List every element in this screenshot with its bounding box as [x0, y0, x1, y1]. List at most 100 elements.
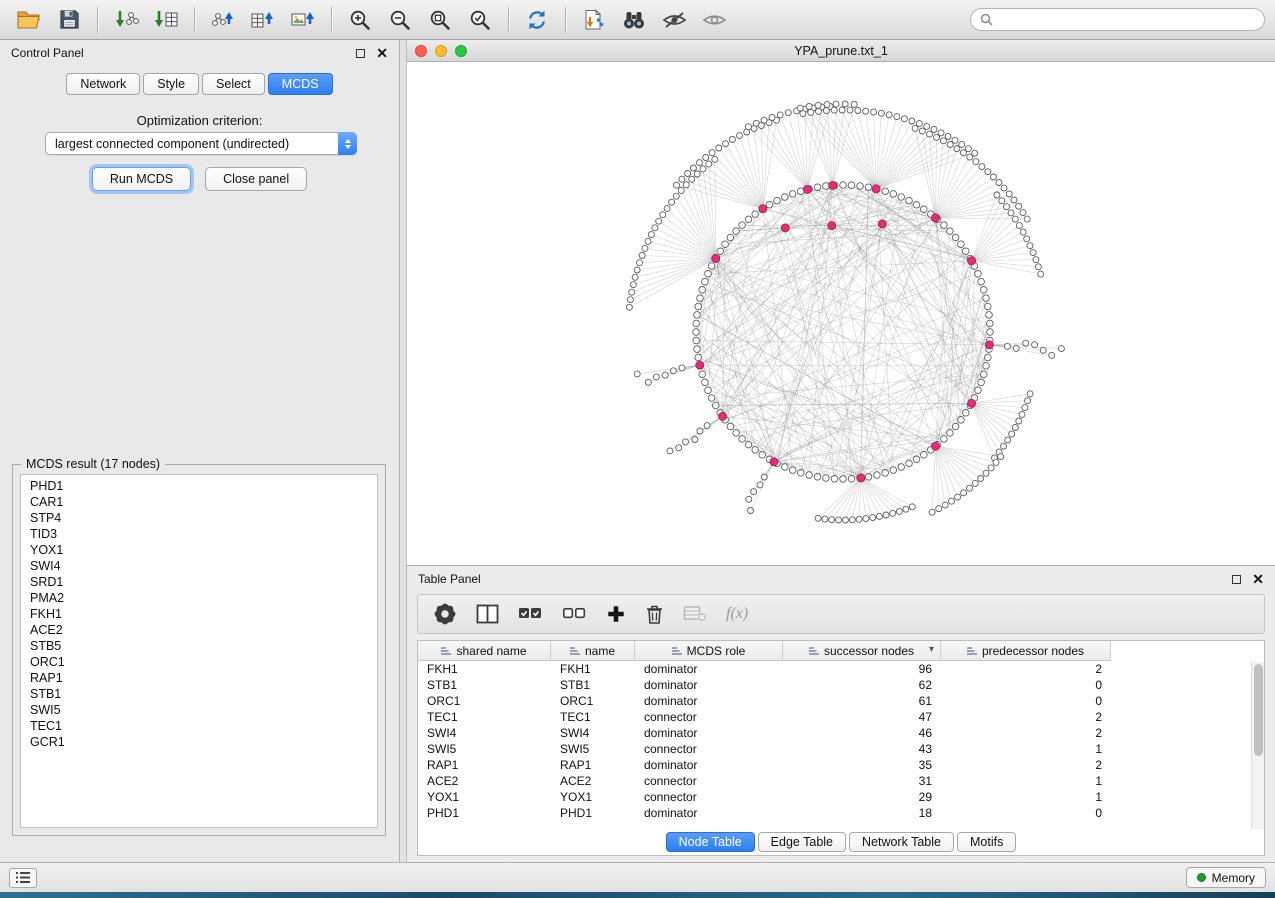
table-row[interactable]: PHD1PHD1dominator180 [418, 805, 1264, 821]
criterion-dropdown[interactable]: largest connected component (undirected) [45, 132, 357, 155]
close-panel-icon[interactable]: ✕ [1252, 574, 1264, 584]
show-details-button[interactable] [695, 4, 733, 36]
table-cell: dominator [635, 661, 783, 677]
refresh-button[interactable] [518, 4, 556, 36]
open-file-button[interactable] [10, 4, 48, 36]
show-columns-button[interactable] [476, 604, 499, 624]
table-settings-button[interactable] [433, 602, 457, 626]
network-canvas[interactable] [407, 62, 1275, 565]
delete-column-button[interactable] [683, 605, 707, 623]
panel-splitter[interactable] [400, 40, 407, 862]
table-cell: STB1 [551, 677, 635, 693]
float-panel-icon[interactable] [356, 49, 365, 58]
list-item[interactable]: SWI5 [30, 702, 377, 718]
network-graph[interactable] [407, 62, 1275, 565]
table-row[interactable]: FKH1FKH1dominator962 [418, 661, 1264, 677]
close-window-icon[interactable] [415, 45, 427, 57]
add-button[interactable] [606, 604, 626, 624]
table-cell: 1 [941, 741, 1111, 757]
export-image-button[interactable] [284, 4, 322, 36]
list-item[interactable]: STP4 [30, 510, 377, 526]
memory-button[interactable]: Memory [1186, 867, 1266, 888]
function-builder-button[interactable]: f(x) [726, 605, 748, 623]
sort-icon [441, 646, 451, 656]
binoculars-button[interactable] [615, 4, 653, 36]
search-input[interactable] [999, 13, 1255, 27]
list-item[interactable]: PMA2 [30, 590, 377, 606]
memory-label: Memory [1212, 871, 1255, 885]
zoom-in-button[interactable] [341, 4, 379, 36]
list-item[interactable]: FKH1 [30, 606, 377, 622]
column-header-predecessor-nodes[interactable]: predecessor nodes [941, 641, 1111, 661]
list-item[interactable]: ACE2 [30, 622, 377, 638]
scrollbar-thumb[interactable] [1254, 664, 1263, 756]
table-cell: 2 [941, 757, 1111, 773]
minimize-window-icon[interactable] [435, 45, 447, 57]
export-table-button[interactable] [244, 4, 282, 36]
close-panel-icon[interactable]: ✕ [376, 48, 388, 58]
list-item[interactable]: GCR1 [30, 734, 377, 750]
list-item[interactable]: STB5 [30, 638, 377, 654]
column-header-successor-nodes[interactable]: successor nodes ▾ [783, 641, 941, 661]
table-cell: connector [635, 789, 783, 805]
list-item[interactable]: CAR1 [30, 494, 377, 510]
list-item[interactable]: TEC1 [30, 718, 377, 734]
open-folder-icon [16, 9, 42, 31]
run-mcds-button[interactable]: Run MCDS [92, 167, 191, 191]
list-item[interactable]: TID3 [30, 526, 377, 542]
select-all-button[interactable] [518, 604, 543, 624]
delete-button[interactable] [645, 604, 664, 625]
node-table: shared name name MCDS role successo [417, 640, 1265, 856]
column-header-shared-name[interactable]: shared name [418, 641, 551, 661]
control-panel-tabbar: Network Style Select MCDS [0, 73, 399, 95]
table-cell: 46 [783, 725, 941, 741]
table-row[interactable]: RAP1RAP1dominator352 [418, 757, 1264, 773]
eye-slash-icon [662, 10, 687, 30]
table-row[interactable]: TEC1TEC1connector472 [418, 709, 1264, 725]
zoom-out-button[interactable] [381, 4, 419, 36]
mcds-result-list[interactable]: PHD1CAR1STP4TID3YOX1SWI4SRD1PMA2FKH1ACE2… [20, 474, 378, 828]
tab-node-table[interactable]: Node Table [666, 832, 755, 852]
table-row[interactable]: STB1STB1dominator620 [418, 677, 1264, 693]
list-item[interactable]: YOX1 [30, 542, 377, 558]
sort-icon [570, 646, 580, 656]
close-panel-button[interactable]: Close panel [205, 167, 307, 191]
list-item[interactable]: PHD1 [30, 478, 377, 494]
maximize-window-icon[interactable] [455, 45, 467, 57]
list-item[interactable]: SRD1 [30, 574, 377, 590]
import-table-button[interactable] [147, 4, 185, 36]
table-row[interactable]: SWI4SWI4dominator462 [418, 725, 1264, 741]
import-network-button[interactable] [107, 4, 145, 36]
column-header-name[interactable]: name [551, 641, 635, 661]
column-header-mcds-role[interactable]: MCDS role [635, 641, 783, 661]
search-field[interactable] [970, 8, 1265, 31]
float-panel-icon[interactable] [1232, 575, 1241, 584]
deselect-all-button[interactable] [562, 604, 587, 624]
tab-style[interactable]: Style [143, 73, 199, 95]
export-network-button[interactable] [204, 4, 242, 36]
tab-edge-table[interactable]: Edge Table [758, 832, 846, 852]
save-button[interactable] [50, 4, 88, 36]
list-item[interactable]: SWI4 [30, 558, 377, 574]
zoom-selected-button[interactable] [461, 4, 499, 36]
tab-motifs[interactable]: Motifs [957, 832, 1016, 852]
list-item[interactable]: STB1 [30, 686, 377, 702]
tab-select[interactable]: Select [202, 73, 265, 95]
table-scrollbar[interactable] [1251, 662, 1264, 829]
table-row[interactable]: ACE2ACE2connector311 [418, 773, 1264, 789]
panel-menu-button[interactable] [9, 868, 37, 888]
table-cell: TEC1 [551, 709, 635, 725]
table-row[interactable]: ORC1ORC1dominator610 [418, 693, 1264, 709]
hide-details-button[interactable] [655, 4, 693, 36]
document-share-button[interactable] [575, 4, 613, 36]
toolbar-separator [565, 7, 566, 33]
tab-network-table[interactable]: Network Table [849, 832, 954, 852]
list-item[interactable]: RAP1 [30, 670, 377, 686]
list-item[interactable]: ORC1 [30, 654, 377, 670]
table-row[interactable]: YOX1YOX1connector291 [418, 789, 1264, 805]
table-row[interactable]: SWI5SWI5connector431 [418, 741, 1264, 757]
zoom-fit-button[interactable] [421, 4, 459, 36]
tab-network[interactable]: Network [66, 73, 140, 95]
tab-mcds[interactable]: MCDS [268, 73, 333, 95]
table-cell: connector [635, 773, 783, 789]
